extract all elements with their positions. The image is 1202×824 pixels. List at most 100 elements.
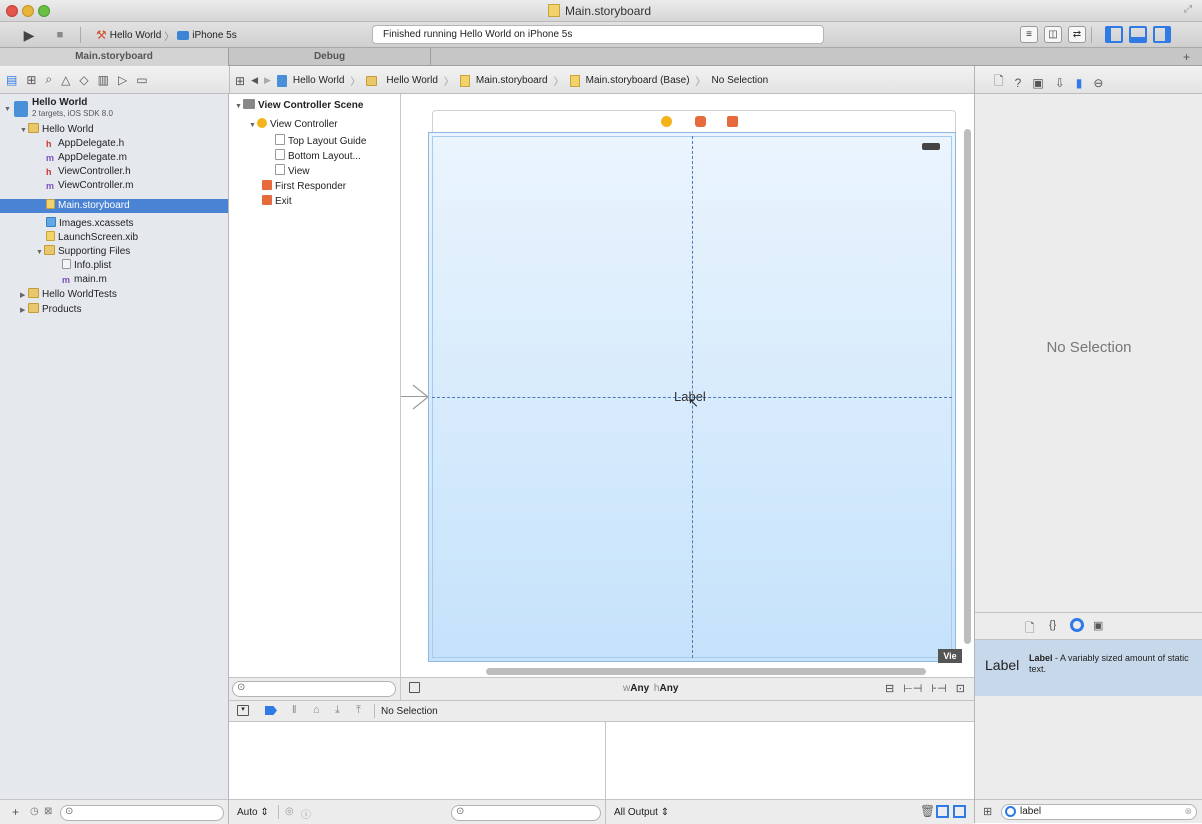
back-icon[interactable]: ◀ <box>251 75 258 86</box>
pin-icon[interactable]: ⊦⊣ <box>931 682 946 695</box>
attributes-inspector-icon[interactable]: ⇩ <box>1055 72 1065 93</box>
outline-top-layout-guide[interactable]: Top Layout Guide <box>275 134 366 147</box>
auto-selector[interactable]: Auto ⇕ <box>237 807 269 818</box>
object-library-icon[interactable] <box>1070 618 1084 632</box>
minimize-button[interactable] <box>22 5 34 17</box>
outline-first-responder[interactable]: First Responder <box>262 180 346 193</box>
forward-icon[interactable]: ▶ <box>264 75 271 86</box>
show-console-icon[interactable] <box>953 805 966 818</box>
jumpbar-item[interactable]: No Selection <box>712 75 769 86</box>
outline-filter-field[interactable]: ⊙ <box>232 681 396 697</box>
align-icon[interactable]: ⊢⊣ <box>903 682 922 695</box>
disclosure-open-icon[interactable]: ▼ <box>235 100 243 113</box>
size-inspector-icon[interactable]: ▮ <box>1076 72 1083 93</box>
close-button[interactable] <box>6 5 18 17</box>
debug-navigator-icon[interactable]: ▥ <box>98 72 109 87</box>
breakpoints-toggle-icon[interactable] <box>265 706 277 715</box>
utilities-toggle-icon[interactable] <box>1153 26 1171 43</box>
nav-item-images-xcassets[interactable]: Images.xcassets <box>46 217 133 230</box>
disclosure-open-icon[interactable]: ▼ <box>36 246 44 259</box>
add-tab-icon[interactable]: + <box>1183 50 1190 64</box>
nav-item-main-m[interactable]: m main.m <box>62 273 107 286</box>
report-navigator-icon[interactable]: ▭ <box>136 72 147 87</box>
nav-item-viewcontroller-m[interactable]: m ViewController.m <box>46 179 133 192</box>
debug-toggle-icon[interactable] <box>1129 26 1147 43</box>
nav-item-hello-world-folder[interactable]: ▼ Hello World <box>20 123 94 136</box>
resolve-issues-icon[interactable]: ⊡ <box>956 682 965 695</box>
view-controller-view[interactable]: Label ↖ <box>428 132 956 662</box>
nav-item-launchscreen-xib[interactable]: LaunchScreen.xib <box>46 231 138 244</box>
output-selector[interactable]: All Output ⇕ <box>614 807 669 818</box>
grid-view-icon[interactable]: ⊞ <box>983 805 992 818</box>
library-filter-field[interactable]: label ⊗ <box>1001 804 1197 820</box>
code-snippet-library-icon[interactable]: {} <box>1049 619 1056 631</box>
navigator-filter-field[interactable]: ⊙ <box>60 805 224 821</box>
nav-item-viewcontroller-h[interactable]: h ViewController.h <box>46 165 131 178</box>
test-navigator-icon[interactable]: ◇ <box>79 72 88 87</box>
nav-item-info-plist[interactable]: Info.plist <box>62 259 111 272</box>
jumpbar-item[interactable]: Hello World <box>386 75 438 86</box>
hide-debug-area-icon[interactable]: ▾ <box>237 705 249 716</box>
connections-inspector-icon[interactable]: ⊖ <box>1093 72 1103 93</box>
run-button[interactable]: ▶ <box>20 26 38 44</box>
view-controller-dock-icon[interactable] <box>661 116 672 127</box>
stop-button[interactable]: ■ <box>52 26 68 44</box>
step-over-icon[interactable]: ⌂ <box>313 704 320 716</box>
outline-bottom-layout-guide[interactable]: Bottom Layout... <box>275 149 361 162</box>
disclosure-closed-icon[interactable]: ▶ <box>20 304 28 317</box>
file-inspector-icon[interactable]: 🗋 <box>994 72 1004 93</box>
nav-item-main-storyboard[interactable]: Main.storyboard <box>46 199 130 212</box>
find-navigator-icon[interactable]: ⌕ <box>45 72 52 87</box>
related-items-icon[interactable]: ⊞ <box>235 74 245 88</box>
breakpoint-navigator-icon[interactable]: ▷ <box>118 72 127 87</box>
jumpbar-item[interactable]: Main.storyboard <box>476 75 548 86</box>
exit-dock-icon[interactable] <box>727 116 738 127</box>
disclosure-open-icon[interactable]: ▼ <box>249 119 257 132</box>
outline-view[interactable]: View <box>275 164 310 177</box>
disclosure-closed-icon[interactable]: ▶ <box>20 289 28 302</box>
scheme-selector[interactable]: ⚒ Hello World 〉 iPhone 5s <box>96 25 237 45</box>
standard-editor-icon[interactable]: ≡ <box>1020 26 1038 43</box>
quick-help-icon[interactable]: ? <box>1015 72 1022 93</box>
storyboard-canvas[interactable]: Label ↖ Vie <box>401 94 974 677</box>
vertical-scrollbar[interactable] <box>964 129 971 644</box>
fullscreen-icon[interactable]: ⤢ <box>1184 4 1192 15</box>
variables-filter-field[interactable]: ⊙ <box>451 805 601 821</box>
identity-inspector-icon[interactable]: ▣ <box>1032 72 1043 93</box>
media-library-icon[interactable]: ▣ <box>1093 619 1103 632</box>
show-outline-icon[interactable] <box>409 682 420 693</box>
library-item-label[interactable]: Label Label - A variably sized amount of… <box>975 640 1202 696</box>
file-template-library-icon[interactable]: 🗋 <box>1025 619 1035 640</box>
outline-scene[interactable]: ▼ View Controller Scene <box>235 99 363 112</box>
pause-icon[interactable]: ‖ <box>292 704 297 716</box>
first-responder-dock-icon[interactable] <box>695 116 706 127</box>
trash-icon[interactable]: 🗑 <box>920 804 935 818</box>
jumpbar-item[interactable]: Main.storyboard (Base) <box>586 75 690 86</box>
project-navigator-icon[interactable]: ▤ <box>6 72 17 87</box>
tab-main-storyboard[interactable]: Main.storyboard <box>0 48 229 66</box>
zoom-button[interactable] <box>38 5 50 17</box>
info-icon[interactable]: ⓘ <box>301 806 311 821</box>
disclosure-open-icon[interactable]: ▼ <box>20 124 28 137</box>
outline-view-controller[interactable]: ▼ View Controller <box>249 118 338 131</box>
add-file-icon[interactable]: + <box>12 805 19 819</box>
show-variables-icon[interactable] <box>936 805 949 818</box>
tab-debug[interactable]: Debug <box>229 48 431 66</box>
version-editor-icon[interactable]: ⇄ <box>1068 26 1086 43</box>
outline-exit[interactable]: Exit <box>262 195 292 208</box>
issue-navigator-icon[interactable]: △ <box>61 72 70 87</box>
step-into-icon[interactable]: ⤓ <box>335 704 340 717</box>
navigator-toggle-icon[interactable] <box>1105 26 1123 43</box>
assistant-editor-icon[interactable]: ◫ <box>1044 26 1062 43</box>
horizontal-scrollbar[interactable] <box>486 668 926 675</box>
nav-item-hello-world-tests[interactable]: ▶ Hello WorldTests <box>20 288 117 301</box>
size-class-control[interactable]: wAny hAny <box>623 683 678 694</box>
clear-filter-icon[interactable]: ⊗ <box>1184 806 1192 817</box>
disclosure-open-icon[interactable]: ▼ <box>4 103 12 116</box>
recent-files-icon[interactable]: ◷ <box>30 806 39 817</box>
nav-item-products[interactable]: ▶ Products <box>20 303 81 316</box>
step-out-icon[interactable]: ⤒ <box>356 704 361 717</box>
scm-status-icon[interactable]: ⊠ <box>44 806 52 817</box>
stack-icon[interactable]: ⊟ <box>885 682 894 695</box>
symbol-navigator-icon[interactable]: ⊞ <box>26 72 36 87</box>
